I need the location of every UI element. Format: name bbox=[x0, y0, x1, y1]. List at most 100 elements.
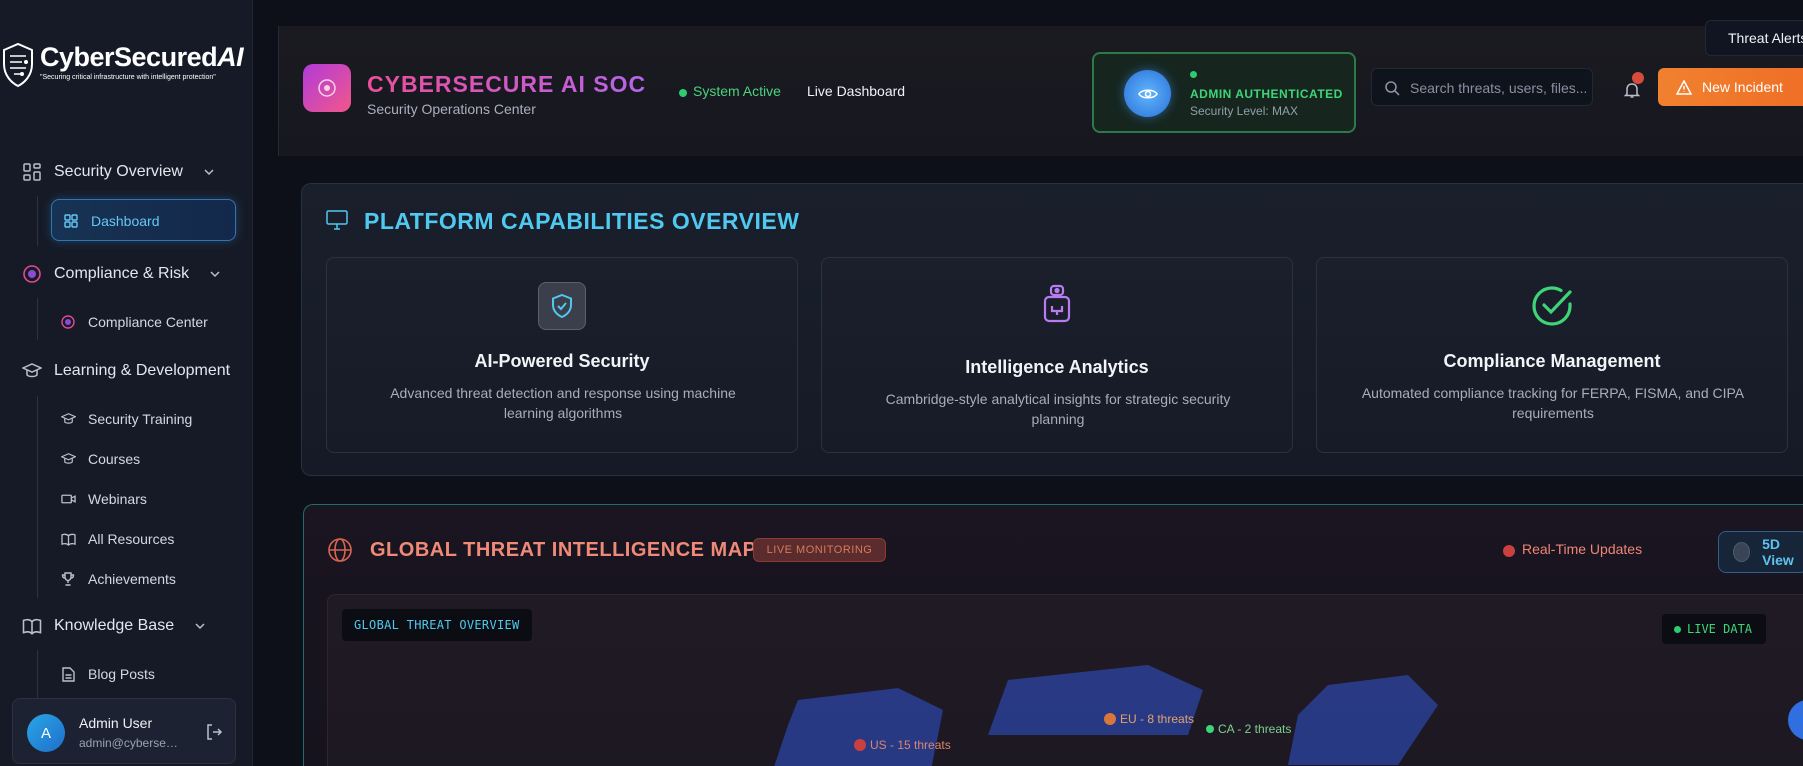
map-label-text: US - 15 threats bbox=[870, 738, 951, 752]
threat-dot bbox=[1206, 725, 1214, 733]
book-open-icon bbox=[60, 531, 76, 547]
brand-icon bbox=[303, 64, 351, 112]
trophy-icon bbox=[60, 571, 76, 587]
sidebar-item-label: Compliance Center bbox=[88, 314, 208, 330]
nav-tree-line bbox=[37, 396, 38, 598]
sidebar-item-dashboard[interactable]: Dashboard bbox=[51, 199, 236, 241]
map-label-text: CA - 2 threats bbox=[1218, 722, 1292, 736]
map-label-eu[interactable]: EU - 8 threats bbox=[1104, 712, 1194, 726]
nav-section-compliance-risk[interactable]: Compliance & Risk bbox=[22, 260, 221, 288]
status-dot bbox=[679, 89, 687, 97]
sidebar-item-label: Courses bbox=[88, 451, 141, 467]
global-threat-map-panel: GLOBAL THREAT INTELLIGENCE MAP LIVE MONI… bbox=[303, 504, 1803, 766]
target-icon bbox=[318, 79, 336, 97]
realtime-updates-label: Real-Time Updates bbox=[1522, 541, 1643, 557]
shield-check-icon bbox=[538, 282, 586, 330]
user-name: Admin User bbox=[79, 715, 153, 731]
capability-card-intelligence-analytics[interactable]: Intelligence Analytics Cambridge-style a… bbox=[821, 257, 1293, 453]
avatar: A bbox=[27, 714, 65, 752]
global-overview-tag: GLOBAL THREAT OVERVIEW bbox=[342, 609, 532, 641]
top-header: CYBERSECURE AI SOC Security Operations C… bbox=[278, 26, 1803, 156]
card-title: Compliance Management bbox=[1443, 351, 1661, 371]
monitor-icon bbox=[326, 210, 348, 230]
nav-section-label: Learning & Development bbox=[54, 362, 231, 379]
nav-tree-line bbox=[37, 298, 38, 340]
sidebar-item-security-training[interactable]: Security Training bbox=[60, 406, 192, 432]
map-label-ca[interactable]: CA - 2 threats bbox=[1206, 722, 1291, 736]
graduation-cap-icon bbox=[60, 451, 76, 467]
system-status: System Active bbox=[693, 83, 781, 99]
capability-card-compliance-management[interactable]: Compliance Management Automated complian… bbox=[1316, 257, 1788, 453]
nav-section-security-overview[interactable]: Security Overview bbox=[22, 158, 215, 186]
search-icon bbox=[1385, 81, 1400, 96]
realtime-dot bbox=[1503, 545, 1515, 557]
sidebar-item-label: Webinars bbox=[88, 491, 147, 507]
sidebar-item-label: Security Training bbox=[88, 411, 193, 427]
sidebar: CyberSecuredAI "Securing critical infras… bbox=[0, 0, 253, 766]
main-content: CYBERSECURE AI SOC Security Operations C… bbox=[253, 0, 1803, 766]
region-north-america[interactable] bbox=[768, 685, 968, 766]
page-subtitle: Security Operations Center bbox=[367, 101, 536, 117]
sidebar-item-all-resources[interactable]: All Resources bbox=[60, 526, 174, 552]
search-input[interactable] bbox=[1410, 77, 1586, 99]
sidebar-item-courses[interactable]: Courses bbox=[60, 446, 140, 472]
new-incident-label: New Incident bbox=[1702, 79, 1783, 95]
nav-section-learning-development[interactable]: Learning & Development bbox=[22, 357, 230, 385]
logo-tagline: "Securing critical infrastructure with i… bbox=[40, 74, 216, 81]
card-description: Automated compliance tracking for FERPA,… bbox=[1361, 385, 1745, 421]
shield-swirl-icon bbox=[22, 264, 42, 284]
app-root: CyberSecuredAI "Securing critical infras… bbox=[0, 0, 1803, 766]
threat-alerts-button[interactable]: Threat Alerts bbox=[1705, 20, 1803, 56]
nav-section-knowledge-base[interactable]: Knowledge Base bbox=[22, 612, 206, 640]
threat-map-title: GLOBAL THREAT INTELLIGENCE MAP bbox=[370, 539, 757, 561]
nav-tree-line bbox=[37, 196, 38, 246]
live-dashboard-label: Live Dashboard bbox=[807, 83, 906, 99]
warning-icon bbox=[1676, 79, 1692, 95]
sidebar-item-webinars[interactable]: Webinars bbox=[60, 486, 147, 512]
map-label-us[interactable]: US - 15 threats bbox=[854, 738, 951, 752]
nav-section-label: Knowledge Base bbox=[54, 617, 175, 634]
auth-title: ADMIN AUTHENTICATED bbox=[1190, 87, 1343, 101]
nav-tree-line bbox=[37, 650, 38, 698]
user-card[interactable]: A Admin User admin@cybersecured.ai bbox=[12, 698, 236, 764]
toggle-label: 5D View bbox=[1762, 536, 1794, 568]
sidebar-item-blog-posts[interactable]: Blog Posts bbox=[60, 661, 155, 687]
map-label-text: EU - 8 threats bbox=[1120, 712, 1195, 726]
chevron-down-icon bbox=[195, 623, 205, 630]
chevron-down-icon bbox=[210, 271, 220, 278]
nav-section-label: Compliance & Risk bbox=[54, 265, 190, 282]
security-level: Security Level: MAX bbox=[1190, 104, 1299, 118]
sidebar-item-compliance-center[interactable]: Compliance Center bbox=[60, 309, 208, 335]
chevron-down-icon bbox=[204, 169, 214, 176]
logout-icon[interactable] bbox=[205, 723, 223, 741]
logo-name: CyberSecured bbox=[40, 42, 218, 72]
sidebar-item-achievements[interactable]: Achievements bbox=[60, 566, 176, 592]
sidebar-item-label: Blog Posts bbox=[88, 666, 155, 682]
robot-icon bbox=[1037, 282, 1077, 326]
card-description: Cambridge-style analytical insights for … bbox=[885, 391, 1231, 427]
user-email: admin@cybersecured.ai bbox=[79, 736, 179, 750]
5d-view-toggle[interactable]: 5D View bbox=[1718, 531, 1803, 573]
brand-logo[interactable]: CyberSecuredAI "Securing critical infras… bbox=[0, 36, 253, 96]
video-camera-icon bbox=[60, 491, 76, 507]
logo-title: CyberSecuredAI bbox=[40, 42, 244, 73]
nav-section-label: Security Overview bbox=[54, 163, 183, 180]
sidebar-item-label: Achievements bbox=[88, 571, 176, 587]
card-title: AI-Powered Security bbox=[474, 351, 650, 371]
threat-dot bbox=[1104, 713, 1116, 725]
new-incident-button[interactable]: New Incident bbox=[1658, 68, 1803, 106]
threat-map-canvas[interactable]: GLOBAL THREAT OVERVIEW LIVE DATA US - 15… bbox=[327, 594, 1803, 766]
graduation-cap-icon bbox=[60, 411, 76, 427]
eye-icon bbox=[1124, 70, 1171, 117]
logo-ai: AI bbox=[217, 42, 244, 72]
page-title: CYBERSECURE AI SOC bbox=[367, 71, 647, 97]
capabilities-title: PLATFORM CAPABILITIES OVERVIEW bbox=[364, 208, 800, 234]
auth-status-dot bbox=[1190, 71, 1197, 78]
notification-badge bbox=[1632, 72, 1644, 84]
capability-card-ai-security[interactable]: AI-Powered Security Advanced threat dete… bbox=[326, 257, 798, 453]
grid-icon bbox=[22, 162, 42, 182]
document-icon bbox=[60, 666, 76, 682]
live-monitoring-badge: LIVE MONITORING bbox=[753, 538, 886, 562]
nav-item-dashboard: Dashboard bbox=[63, 208, 160, 234]
region-asia[interactable] bbox=[1288, 675, 1448, 766]
